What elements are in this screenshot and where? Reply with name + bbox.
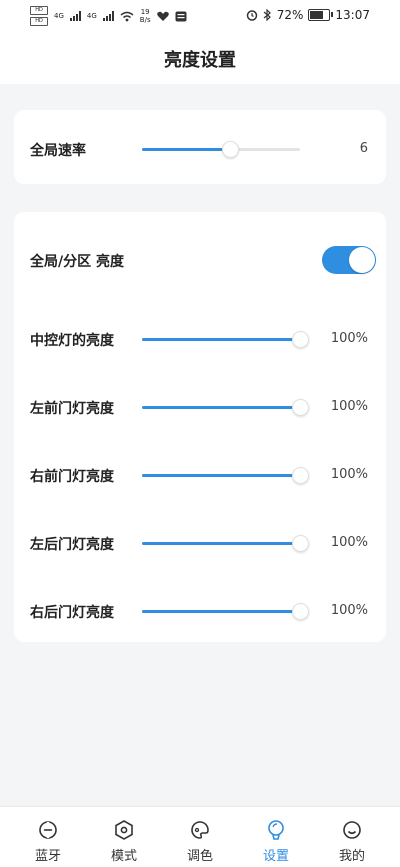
slider-fill [142, 474, 300, 477]
status-right: 72% 13:07 [246, 8, 370, 22]
rate-slider[interactable] [142, 141, 300, 158]
bottom-tab-bar: 蓝牙 模式 调色 设置 我的 [0, 806, 400, 867]
front-right-door-value: 100% [330, 467, 368, 482]
tab-me[interactable]: 我的 [322, 819, 382, 864]
status-left: HD HD 4G 4G 19 B/s [30, 6, 187, 26]
slider-row-rear-left: 左后门灯亮度 100% [14, 528, 386, 558]
tab-color[interactable]: 调色 [170, 819, 230, 864]
slider-row-front-right: 右前门灯亮度 100% [14, 460, 386, 490]
palette-icon [191, 821, 209, 839]
toggle-knob [349, 247, 375, 273]
slider-thumb[interactable] [292, 467, 309, 484]
rate-value: 6 [359, 141, 368, 156]
sim2-icon: HD [30, 17, 48, 26]
slider-thumb[interactable] [292, 535, 309, 552]
tab-mode-label: 模式 [110, 849, 137, 864]
center-light-label: 中控灯的亮度 [30, 333, 114, 349]
tab-settings[interactable]: 设置 [246, 819, 306, 864]
net-speed-unit: B/s [139, 16, 151, 24]
slider-row-rear-right: 右后门灯亮度 100% [14, 596, 386, 626]
message-icon [175, 11, 187, 21]
clock: 13:07 [335, 8, 370, 22]
center-light-slider[interactable] [142, 331, 309, 348]
rate-slider-fill [142, 148, 231, 151]
battery-percent: 72% [276, 8, 304, 22]
rear-left-door-slider[interactable] [142, 535, 309, 552]
tab-settings-label: 设置 [262, 849, 289, 864]
rate-label: 全局速率 [30, 143, 86, 159]
rate-slider-thumb[interactable] [222, 141, 240, 158]
slider-fill [142, 338, 300, 341]
bluetooth-icon [263, 9, 271, 21]
brightness-card: 全局/分区 亮度 中控灯的亮度 100% 左前门灯亮度 100% 右前门灯亮度 … [14, 212, 386, 642]
rear-right-door-value: 100% [330, 603, 368, 618]
smile-icon [343, 821, 361, 839]
slider-fill [142, 406, 300, 409]
rate-row: 全局速率 6 [14, 134, 386, 164]
network2-label: 4G [86, 12, 97, 20]
alarm-icon [246, 10, 257, 21]
rear-right-door-slider[interactable] [142, 603, 309, 620]
slider-thumb[interactable] [292, 603, 309, 620]
bulb-icon [268, 820, 284, 840]
front-right-door-slider[interactable] [142, 467, 309, 484]
wifi-icon [120, 11, 134, 21]
tab-mode[interactable]: 模式 [94, 819, 154, 864]
slider-fill [142, 610, 300, 613]
hexagon-icon [115, 820, 133, 840]
signal2-icon [102, 11, 114, 21]
tab-color-label: 调色 [186, 849, 213, 864]
global-zone-toggle[interactable] [322, 246, 376, 274]
slider-thumb[interactable] [292, 399, 309, 416]
slider-thumb[interactable] [292, 331, 309, 348]
tab-me-label: 我的 [338, 849, 365, 864]
bluetooth-tab-icon [39, 821, 57, 839]
net-speed-value: 19 [140, 8, 150, 16]
rear-right-door-label: 右后门灯亮度 [30, 605, 114, 621]
network1-label: 4G [54, 12, 64, 20]
slider-row-center: 中控灯的亮度 100% [14, 324, 386, 354]
center-light-value: 100% [330, 331, 368, 346]
global-zone-label: 全局/分区 亮度 [30, 254, 124, 270]
heart-icon [156, 11, 169, 21]
sim1-icon: HD [30, 6, 48, 15]
battery-icon [308, 9, 334, 21]
status-bar: HD HD 4G 4G 19 B/s 72% 13:07 [0, 0, 400, 34]
slider-fill [142, 542, 300, 545]
sim-icons: HD HD [30, 6, 48, 26]
rear-left-door-label: 左后门灯亮度 [30, 537, 114, 553]
slider-row-front-left: 左前门灯亮度 100% [14, 392, 386, 422]
net-speed: 19 B/s [140, 8, 151, 24]
front-left-door-label: 左前门灯亮度 [30, 401, 114, 417]
tab-bluetooth-label: 蓝牙 [34, 849, 61, 864]
page-title: 亮度设置 [164, 50, 236, 71]
front-left-door-value: 100% [330, 399, 368, 414]
title-bar: 亮度设置 [0, 34, 400, 84]
front-left-door-slider[interactable] [142, 399, 309, 416]
front-right-door-label: 右前门灯亮度 [30, 469, 114, 485]
rate-card: 全局速率 6 [14, 110, 386, 184]
tab-bluetooth[interactable]: 蓝牙 [18, 819, 78, 864]
rear-left-door-value: 100% [330, 535, 368, 550]
signal1-icon [69, 11, 81, 21]
